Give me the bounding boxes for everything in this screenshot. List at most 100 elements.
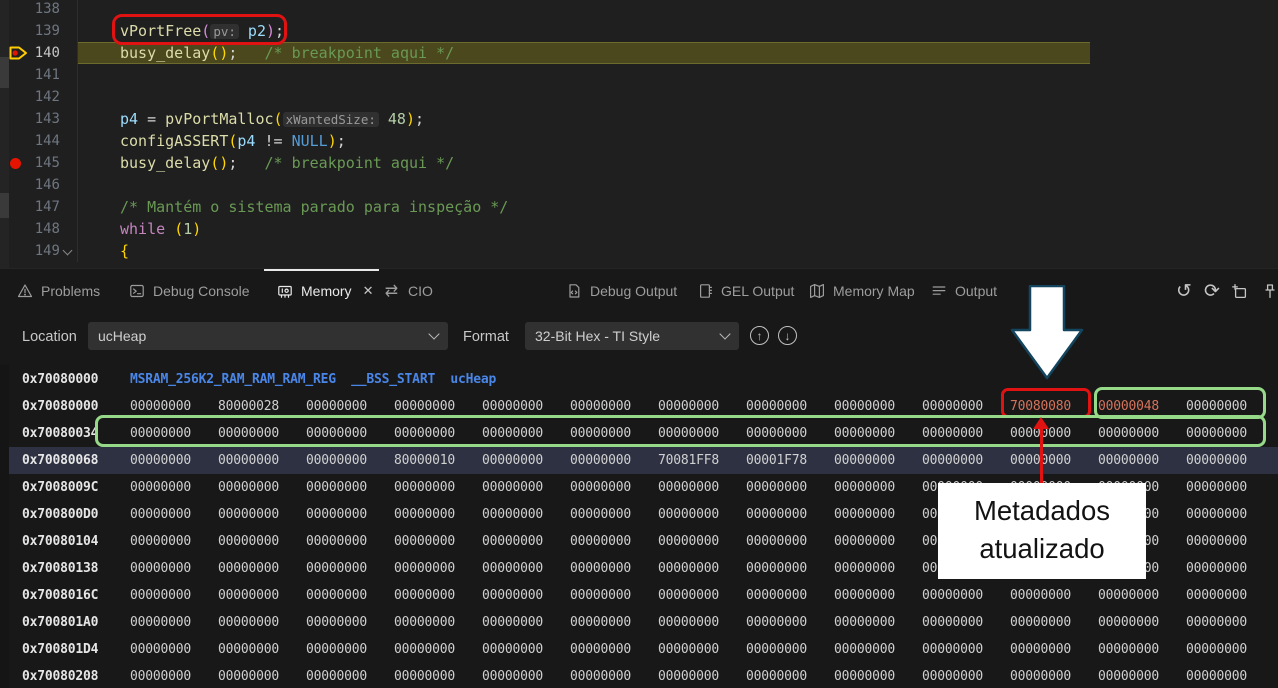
memory-row-0x7008016C[interactable]: 0x7008016C 00000000 00000000 00000000 000000… [0,582,1278,609]
memory-value[interactable]: 00000000 [834,609,922,636]
memory-row-0x70080068[interactable]: 0x70080068 00000000 00000000 00000000 800000… [0,447,1278,474]
code-line-148[interactable]: 148 while (1) [0,218,1278,240]
memory-value[interactable]: 00000000 [306,528,394,555]
memory-value[interactable]: 00000000 [130,609,218,636]
memory-value[interactable]: 00000000 [1186,555,1274,582]
memory-value[interactable]: 00000000 [1098,663,1186,688]
memory-value[interactable]: 00000000 [922,609,1010,636]
memory-value[interactable]: 00000000 [482,663,570,688]
memory-row-0x70080208[interactable]: 0x70080208 00000000 00000000 00000000 000000… [0,663,1278,688]
memory-value[interactable]: 00000000 [306,663,394,688]
memory-value[interactable]: 00000000 [570,447,658,474]
memory-value[interactable]: 00000000 [306,393,394,420]
memory-value[interactable]: 00000000 [746,420,834,447]
tab-output[interactable]: Output [930,269,997,313]
memory-value[interactable]: 00000000 [746,393,834,420]
memory-value[interactable]: 00000000 [394,609,482,636]
memory-value[interactable]: 00000000 [130,474,218,501]
memory-value[interactable]: 00000000 [922,420,1010,447]
code-line-146[interactable]: 146 [0,174,1278,196]
memory-value[interactable]: 00000000 [658,393,746,420]
memory-value[interactable]: 00000000 [1010,582,1098,609]
memory-value[interactable]: 00001F78 [746,447,834,474]
memory-value[interactable]: 00000000 [834,420,922,447]
memory-value[interactable]: 00000000 [570,528,658,555]
memory-value[interactable]: 00000000 [570,501,658,528]
memory-value[interactable]: 00000000 [394,420,482,447]
memory-value[interactable]: 00000000 [834,555,922,582]
memory-value[interactable]: 00000000 [1098,447,1186,474]
memory-value[interactable]: 00000000 [306,555,394,582]
memory-value[interactable]: 00000000 [130,528,218,555]
memory-value[interactable]: 00000000 [218,447,306,474]
memory-value[interactable]: 00000000 [482,528,570,555]
memory-value[interactable]: 00000000 [306,582,394,609]
memory-value[interactable]: 00000000 [834,501,922,528]
memory-value[interactable]: 00000000 [1098,555,1186,582]
memory-value[interactable]: 00000000 [482,609,570,636]
memory-row-0x70080138[interactable]: 0x70080138 00000000 00000000 00000000 000000… [0,555,1278,582]
memory-value[interactable]: 00000000 [658,420,746,447]
memory-value[interactable]: 00000000 [658,474,746,501]
memory-value[interactable]: 00000000 [922,447,1010,474]
memory-row-0x70080034[interactable]: 0x70080034 00000000 00000000 00000000 000000… [0,420,1278,447]
memory-value[interactable]: 00000000 [922,582,1010,609]
code-line-139[interactable]: 139 vPortFree(pv: p2); [0,20,1278,42]
memory-value[interactable]: 00000000 [130,582,218,609]
memory-value[interactable]: 00000000 [570,663,658,688]
memory-value[interactable]: 00000000 [658,501,746,528]
memory-value[interactable]: 00000000 [130,447,218,474]
memory-value[interactable]: 00000000 [834,474,922,501]
memory-value[interactable]: 00000000 [306,609,394,636]
memory-value[interactable]: 00000000 [922,663,1010,688]
memory-value[interactable]: 00000000 [218,555,306,582]
memory-value[interactable]: 00000000 [394,393,482,420]
memory-value[interactable]: 00000000 [1098,420,1186,447]
memory-value[interactable]: 00000000 [1098,501,1186,528]
memory-value[interactable]: 00000000 [482,393,570,420]
memory-value[interactable]: 00000000 [746,663,834,688]
sync-icon[interactable]: ⟳ [1200,279,1224,303]
code-line-149[interactable]: 149 { [0,240,1278,262]
memory-value[interactable]: 00000000 [218,663,306,688]
code-line-142[interactable]: 142 [0,86,1278,108]
memory-value[interactable]: 00000048 [1098,393,1186,420]
memory-value[interactable]: 00000000 [1186,663,1274,688]
memory-value[interactable]: 00000000 [306,447,394,474]
memory-value[interactable]: 00000000 [658,555,746,582]
memory-value[interactable]: 00000000 [834,447,922,474]
memory-value[interactable]: 00000000 [570,636,658,663]
memory-value[interactable]: 00000000 [394,555,482,582]
memory-value[interactable]: 00000000 [922,501,1010,528]
memory-value[interactable]: 00000000 [218,636,306,663]
memory-value[interactable]: 00000000 [130,663,218,688]
memory-table[interactable]: 0x70080000 MSRAM_256K2_RAM_RAM_RAM_REG __… [0,366,1278,688]
code-line-143[interactable]: 143 p4 = pvPortMalloc(xWantedSize: 48); [0,108,1278,130]
memory-value[interactable]: 00000000 [130,501,218,528]
memory-value[interactable]: 00000000 [130,393,218,420]
memory-value[interactable]: 00000000 [922,528,1010,555]
tab-gel-output[interactable]: GEL Output [696,269,794,313]
scroll-down-button[interactable]: ↓ [778,326,797,345]
memory-value[interactable]: 00000000 [394,528,482,555]
add-memory-view-icon[interactable] [1227,279,1251,303]
memory-value[interactable]: 00000000 [394,636,482,663]
memory-value[interactable]: 00000000 [1098,609,1186,636]
memory-value[interactable]: 00000000 [218,528,306,555]
memory-value[interactable]: 00000000 [1010,474,1098,501]
memory-value[interactable]: 00000000 [306,420,394,447]
memory-value[interactable]: 00000000 [1010,420,1098,447]
memory-value[interactable]: 00000000 [218,609,306,636]
code-line-138[interactable]: 138 [0,0,1278,20]
memory-value[interactable]: 00000000 [746,609,834,636]
memory-value[interactable]: 00000000 [130,555,218,582]
memory-value[interactable]: 00000000 [394,582,482,609]
memory-row-0x700800D0[interactable]: 0x700800D0 00000000 00000000 00000000 000000… [0,501,1278,528]
memory-value[interactable]: 00000000 [218,474,306,501]
memory-value[interactable]: 00000000 [482,582,570,609]
memory-value[interactable]: 00000000 [570,582,658,609]
memory-value[interactable]: 00000000 [1186,420,1274,447]
memory-value[interactable]: 00000000 [1186,393,1274,420]
memory-value[interactable]: 00000000 [1098,582,1186,609]
tab-debug-console[interactable]: Debug Console [128,269,250,313]
